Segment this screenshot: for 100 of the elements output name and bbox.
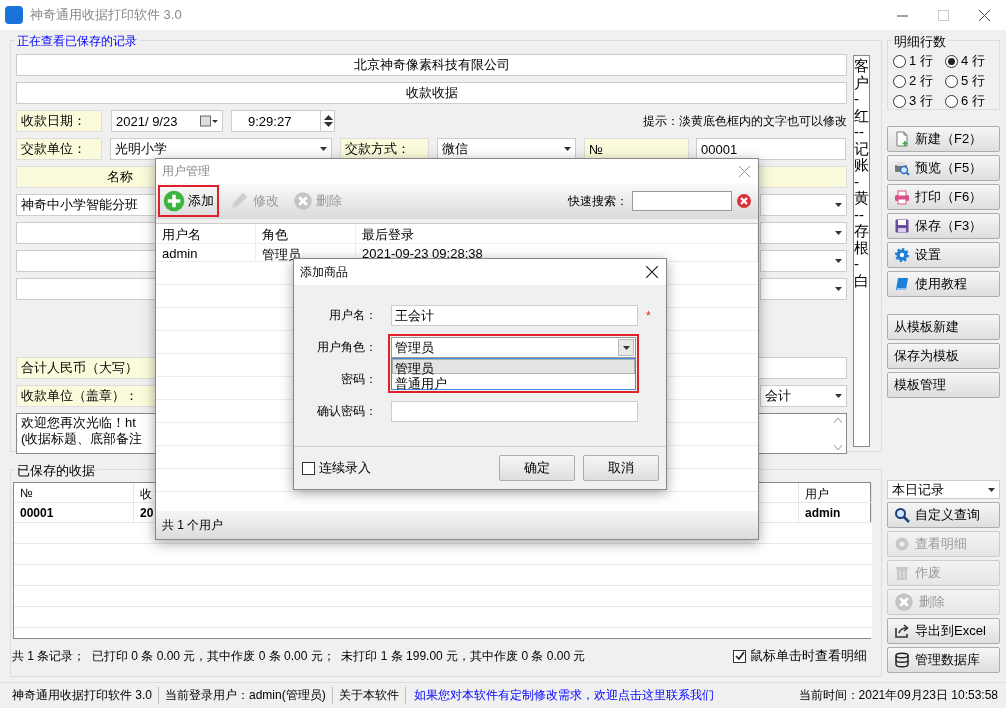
action-button[interactable]: 新建（F2） xyxy=(887,126,1000,152)
date-field[interactable]: 2021/ 9/23 xyxy=(111,110,223,132)
status-item: 神奇通用收据打印软件 3.0 xyxy=(6,687,159,704)
list-option[interactable]: 普通用户 xyxy=(392,374,635,389)
dialog-button[interactable]: 确定 xyxy=(499,455,575,481)
plus-icon xyxy=(163,190,185,212)
dialog-title: 添加商品 xyxy=(300,263,348,281)
database-icon xyxy=(894,652,910,668)
contact-link[interactable]: 如果您对本软件有定制修改需求，欢迎点击这里联系我们 xyxy=(405,687,799,704)
title-field[interactable]: 收款收据 xyxy=(16,82,847,104)
action-button[interactable]: 设置 xyxy=(887,242,1000,268)
status-time: 当前时间：2021年09月23日 10:53:58 xyxy=(798,687,998,704)
group-caption: 明细行数 xyxy=(892,33,948,51)
disc-icon xyxy=(894,536,910,552)
toolbar-button[interactable]: 添加 xyxy=(158,185,219,217)
document-icon xyxy=(894,131,910,147)
group-caption: 正在查看已保存的记录 xyxy=(15,33,139,50)
records-button[interactable]: 管理数据库 xyxy=(887,647,1000,673)
trash-icon xyxy=(894,565,910,581)
payer-combo[interactable]: 光明小学 xyxy=(110,138,332,160)
action-button[interactable]: 保存（F3） xyxy=(887,213,1000,239)
checkbox[interactable]: 连续录入 xyxy=(302,459,371,477)
checkmark-icon xyxy=(734,651,745,661)
group-caption: 已保存的收据 xyxy=(15,462,97,480)
search-icon xyxy=(894,507,910,523)
action-button[interactable]: 预览（F5） xyxy=(887,155,1000,181)
template-button[interactable]: 从模板新建 xyxy=(887,314,1000,340)
close-icon[interactable] xyxy=(979,9,990,21)
username-field[interactable]: 王会计 xyxy=(391,305,638,326)
dropdown-field[interactable] xyxy=(760,194,847,216)
column-header: 用户 xyxy=(799,483,872,503)
status-item: 关于本软件 xyxy=(332,687,406,704)
field-label: 密码： xyxy=(340,371,377,388)
maximize-icon[interactable] xyxy=(938,9,949,21)
method-combo[interactable]: 微信 xyxy=(437,138,576,160)
field-label: 用户名： xyxy=(328,307,377,324)
payee-combo[interactable]: 会计 xyxy=(760,385,847,407)
list-option[interactable]: 管理员 xyxy=(392,359,635,374)
records-button[interactable]: 导出到Excel xyxy=(887,618,1000,644)
caret-icon xyxy=(564,147,571,151)
filter-combo[interactable]: 本日记录 xyxy=(887,480,1000,499)
hint-text: 提示：淡黄底色框内的文字也可以修改 xyxy=(642,112,847,130)
column-header: 名称 xyxy=(107,168,133,186)
company-field[interactable]: 北京神奇像素科技有限公司 xyxy=(16,54,847,76)
field-label: 确认密码： xyxy=(316,403,377,420)
field-label: 交款单位： xyxy=(16,138,102,160)
search-label: 快速搜索： xyxy=(568,192,628,210)
action-button[interactable]: 使用教程 xyxy=(887,271,1000,297)
column-header: 用户名 xyxy=(156,224,256,244)
column-header: 角色 xyxy=(256,224,356,244)
records-button[interactable]: 自定义查询 xyxy=(887,502,1000,528)
radio-option[interactable]: 2 行 xyxy=(893,71,945,91)
save-icon xyxy=(894,218,910,234)
close-icon[interactable] xyxy=(646,266,658,278)
field-label: 用户角色： xyxy=(316,339,377,356)
template-button[interactable]: 保存为模板 xyxy=(887,343,1000,369)
caret-icon xyxy=(320,147,327,151)
copies-text: 客户-红--记账-黄--存根-白 xyxy=(854,58,869,289)
caret-icon xyxy=(835,203,842,207)
action-button[interactable]: 打印（F6） xyxy=(887,184,1000,210)
template-button[interactable]: 模板管理 xyxy=(887,372,1000,398)
dialog-title: 用户管理 xyxy=(162,162,210,180)
field-label: 收款日期： xyxy=(16,110,102,132)
scroll-up-icon[interactable] xyxy=(834,418,842,423)
caret-icon xyxy=(835,394,842,398)
spin-down-icon[interactable] xyxy=(324,122,333,127)
caret-icon xyxy=(835,287,842,291)
spin-up-icon[interactable] xyxy=(324,115,333,120)
dialog-button[interactable]: 取消 xyxy=(583,455,659,481)
x-circle-icon xyxy=(293,191,313,211)
radio-option[interactable]: 4 行 xyxy=(945,51,997,71)
dropdown-field[interactable] xyxy=(760,278,847,300)
search-field[interactable] xyxy=(632,191,732,211)
role-combo[interactable]: 管理员 xyxy=(391,337,636,358)
number-field[interactable]: 00001 xyxy=(696,138,846,160)
checkbox[interactable]: 鼠标单击时查看明细 xyxy=(733,647,867,665)
radio-option[interactable]: 1 行 xyxy=(893,51,945,71)
radio-option[interactable]: 3 行 xyxy=(893,91,945,111)
x-circle-icon xyxy=(894,592,914,612)
field-label: 交款方式： xyxy=(340,138,429,160)
caret-icon xyxy=(988,487,995,492)
caret-icon xyxy=(835,231,842,235)
time-field[interactable]: 9:29:27 xyxy=(231,110,335,132)
gear-icon xyxy=(894,247,910,263)
notes-text: 欢迎您再次光临！ht (收据标题、底部备注 xyxy=(21,415,143,448)
caret-icon xyxy=(622,345,630,350)
required-mark: * xyxy=(646,308,651,323)
calendar-icon xyxy=(200,115,218,127)
column-header: 最后登录 xyxy=(356,224,758,244)
book-icon xyxy=(894,276,910,292)
magnifier-printer-icon xyxy=(894,160,910,176)
confirm-field[interactable] xyxy=(391,401,638,422)
dropdown-field[interactable] xyxy=(760,222,847,244)
export-icon xyxy=(894,623,910,639)
field-label: № xyxy=(584,138,689,160)
radio-option[interactable]: 6 行 xyxy=(945,91,997,111)
dropdown-field[interactable] xyxy=(760,250,847,272)
scroll-down-icon[interactable] xyxy=(834,445,842,450)
radio-option[interactable]: 5 行 xyxy=(945,71,997,91)
status-item: 当前登录用户：admin(管理员) xyxy=(159,687,333,704)
